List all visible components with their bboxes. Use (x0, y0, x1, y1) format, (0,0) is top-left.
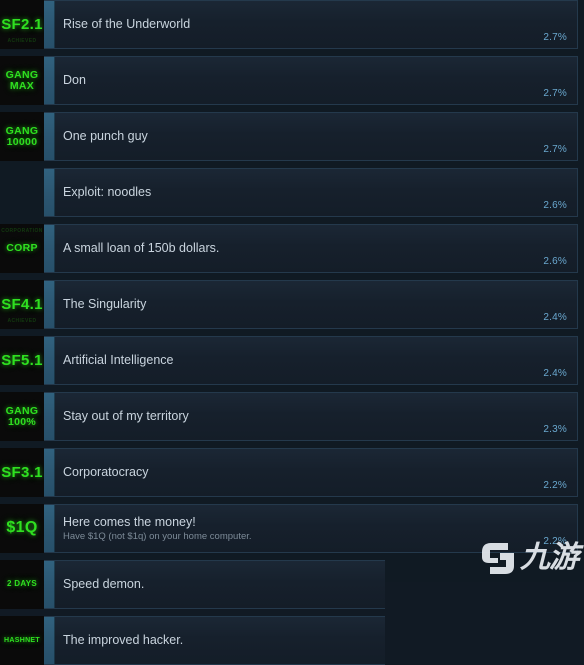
achievement-text-group: Rise of the Underworld (63, 17, 260, 32)
achievement-unlock-percent: 2.4% (543, 312, 567, 323)
achievement-badge-label: $1Q (6, 519, 38, 537)
achievement-text-group: A small loan of 150b dollars. (63, 241, 289, 256)
achievements-list: ACHIEVED SF2.1 Rise of the Underworld 2.7% G… (0, 0, 584, 665)
achievement-accent-bar (44, 393, 55, 440)
achievement-row[interactable]: SF5.1 Artificial Intelligence 2.4% (0, 336, 578, 385)
achievement-badge-icon: $1Q (0, 504, 44, 553)
achievement-text-group: The Singularity (63, 297, 216, 312)
achievement-accent-bar (44, 169, 55, 216)
achievement-unlock-percent: 2.6% (543, 256, 567, 267)
achievement-subtitle: Have $1Q (not $1q) on your home computer… (63, 530, 252, 542)
achievement-badge-label: SF5.1 (1, 351, 43, 369)
achievement-accent-bar (44, 57, 55, 104)
achievement-title: Stay out of my territory (63, 409, 189, 423)
achievement-accent-bar (44, 449, 55, 496)
achievement-unlock-percent: 2.2% (543, 536, 567, 547)
achievement-row[interactable]: 2 DAYS Speed demon. (0, 560, 385, 609)
achievement-text-group: The improved hacker. (63, 633, 253, 648)
achievement-text-group: Exploit: noodles (63, 185, 221, 200)
achievement-accent-bar (44, 561, 55, 608)
achievement-badge-label: HASHNET (4, 636, 40, 644)
achievement-badge-icon: GANG 10000 (0, 112, 44, 161)
achievement-unlock-percent: 2.3% (543, 424, 567, 435)
achievement-accent-bar (44, 337, 55, 384)
achievement-title: The Singularity (63, 297, 147, 311)
achievement-title: Exploit: noodles (63, 185, 152, 199)
achievement-unlock-percent: 2.7% (543, 144, 567, 155)
achievement-row[interactable]: ACHIEVED SF2.1 Rise of the Underworld 2.7% (0, 0, 578, 49)
achievement-card[interactable]: Speed demon. (44, 560, 385, 609)
achievement-card[interactable]: The improved hacker. (44, 616, 385, 665)
achievement-row[interactable]: SF3.1 Corporatocracy 2.2% (0, 448, 578, 497)
achievement-text-group: Here comes the money! Have $1Q (not $1q) … (63, 515, 322, 543)
achievement-row[interactable]: GANG 100% Stay out of my territory 2.3% (0, 392, 578, 441)
achievement-unlock-percent: 2.7% (543, 88, 567, 99)
achievement-badge-label: SF4.1 (1, 295, 43, 313)
achievement-row[interactable]: $1Q Here comes the money! Have $1Q (not $1… (0, 504, 578, 553)
achievement-badge-icon: ACHIEVED SF2.1 (0, 0, 44, 49)
achievement-text-group: One punch guy (63, 129, 218, 144)
achievement-unlock-percent: 2.7% (543, 32, 567, 43)
achievement-unlock-percent: 2.2% (543, 480, 567, 491)
achievement-row[interactable]: HASHNET The improved hacker. (0, 616, 385, 665)
achievement-card[interactable]: A small loan of 150b dollars. 2.6% (44, 224, 578, 273)
achievement-badge-icon: 2 DAYS (0, 560, 44, 609)
achievement-title: One punch guy (63, 129, 148, 143)
achievement-accent-bar (44, 617, 55, 664)
achievement-title: Corporatocracy (63, 465, 149, 479)
achievement-badge-icon: GANG 100% (0, 392, 44, 441)
achievement-badge-icon: SF5.1 (0, 336, 44, 385)
achievement-accent-bar (44, 281, 55, 328)
achievement-badge-subtext: ACHIEVED (7, 38, 37, 44)
achievement-card[interactable]: Artificial Intelligence 2.4% (44, 336, 578, 385)
achievement-badge-label: SF3.1 (1, 463, 43, 481)
achievement-row[interactable]: Exploit: noodles 2.6% (0, 168, 578, 217)
achievement-text-group: Speed demon. (63, 577, 214, 592)
achievement-row[interactable]: GANG 10000 One punch guy 2.7% (0, 112, 578, 161)
achievement-card[interactable]: Exploit: noodles 2.6% (44, 168, 578, 217)
achievement-badge-subtext: CORPORATION (1, 228, 43, 234)
achievement-text-group: Artificial Intelligence (63, 353, 243, 368)
achievement-text-group: Stay out of my territory (63, 409, 259, 424)
achievement-accent-bar (44, 505, 55, 552)
achievement-badge-placeholder (0, 168, 44, 217)
achievement-accent-bar (44, 1, 55, 48)
achievement-title: Here comes the money! (63, 514, 196, 529)
achievement-title: Speed demon. (63, 577, 145, 591)
achievement-badge-label: GANG MAX (5, 68, 39, 92)
achievement-card[interactable]: Stay out of my territory 2.3% (44, 392, 578, 441)
achievements-page: ACHIEVED SF2.1 Rise of the Underworld 2.7% G… (0, 0, 584, 665)
achievement-title: Rise of the Underworld (63, 17, 191, 31)
achievement-row[interactable]: CORPORATION CORP A small loan of 150b doll… (0, 224, 578, 273)
achievement-card[interactable]: One punch guy 2.7% (44, 112, 578, 161)
achievement-row[interactable]: GANG MAX Don 2.7% (0, 56, 578, 105)
achievement-row[interactable]: ACHIEVED SF4.1 The Singularity 2.4% (0, 280, 578, 329)
achievement-title: Artificial Intelligence (63, 353, 174, 367)
achievement-badge-label: GANG 10000 (5, 124, 39, 148)
achievement-text-group: Don (63, 73, 156, 88)
achievement-badge-icon: HASHNET (0, 616, 44, 665)
achievement-badge-label: CORP (6, 242, 38, 255)
achievement-card[interactable]: Rise of the Underworld 2.7% (44, 0, 578, 49)
achievement-card[interactable]: Don 2.7% (44, 56, 578, 105)
achievement-accent-bar (44, 113, 55, 160)
achievement-unlock-percent: 2.6% (543, 200, 567, 211)
achievement-title: A small loan of 150b dollars. (63, 241, 220, 255)
achievement-badge-label: GANG 100% (5, 404, 39, 428)
achievement-title: Don (63, 73, 86, 87)
achievement-badge-icon: CORPORATION CORP (0, 224, 44, 273)
achievement-badge-icon: ACHIEVED SF4.1 (0, 280, 44, 329)
achievement-text-group: Corporatocracy (63, 465, 218, 480)
achievement-badge-icon: GANG MAX (0, 56, 44, 105)
achievement-card[interactable]: Here comes the money! Have $1Q (not $1q) … (44, 504, 578, 553)
achievement-unlock-percent: 2.4% (543, 368, 567, 379)
achievement-accent-bar (44, 225, 55, 272)
achievement-card[interactable]: The Singularity 2.4% (44, 280, 578, 329)
achievement-title: The improved hacker. (63, 633, 184, 647)
achievement-badge-label: SF2.1 (1, 15, 43, 33)
achievement-badge-icon: SF3.1 (0, 448, 44, 497)
achievement-card[interactable]: Corporatocracy 2.2% (44, 448, 578, 497)
achievement-badge-subtext: ACHIEVED (7, 318, 37, 324)
